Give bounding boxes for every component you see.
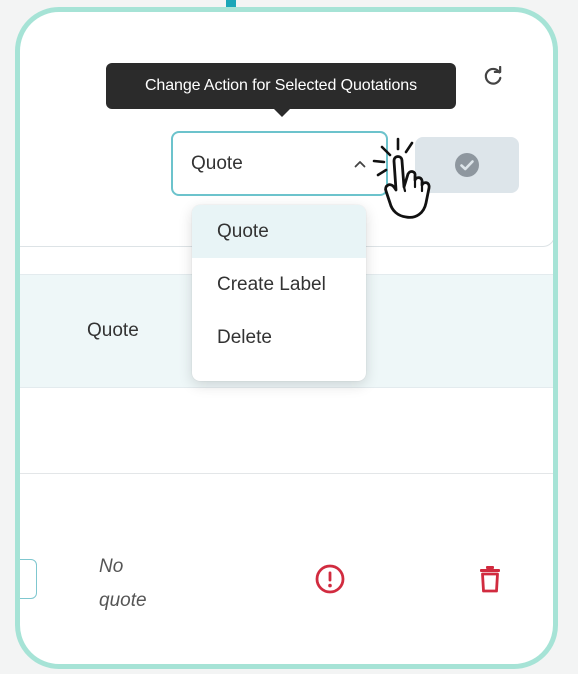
warning-button[interactable] — [314, 563, 346, 595]
refresh-icon — [484, 66, 502, 85]
action-select[interactable]: Quote — [171, 131, 388, 196]
screenshot-frame: Quote No quote Change Action for Selecte… — [15, 7, 558, 669]
hand-pointer-icon — [372, 137, 431, 219]
alert-circle-icon — [315, 564, 345, 594]
table-header-row-value: Quote — [87, 320, 139, 341]
trash-icon — [480, 566, 500, 593]
action-select-value: Quote — [191, 152, 243, 174]
tooltip-text: Change Action for Selected Quotations — [144, 77, 418, 94]
dropdown-option-create-label[interactable]: Create Label — [192, 258, 366, 311]
quote-status-line2: quote — [99, 590, 147, 611]
quote-status: No quote — [99, 550, 179, 618]
action-dropdown-menu: Quote Create Label Delete — [192, 205, 366, 381]
action-tooltip: Change Action for Selected Quotations — [106, 63, 456, 117]
dropdown-option-quote[interactable]: Quote — [192, 205, 366, 258]
delete-row-button[interactable] — [478, 565, 502, 593]
row-divider — [20, 473, 553, 474]
refresh-button[interactable] — [480, 64, 506, 90]
quote-status-line1: No — [99, 556, 124, 577]
dropdown-option-delete[interactable]: Delete — [192, 311, 366, 364]
row-input-field[interactable] — [20, 559, 37, 599]
